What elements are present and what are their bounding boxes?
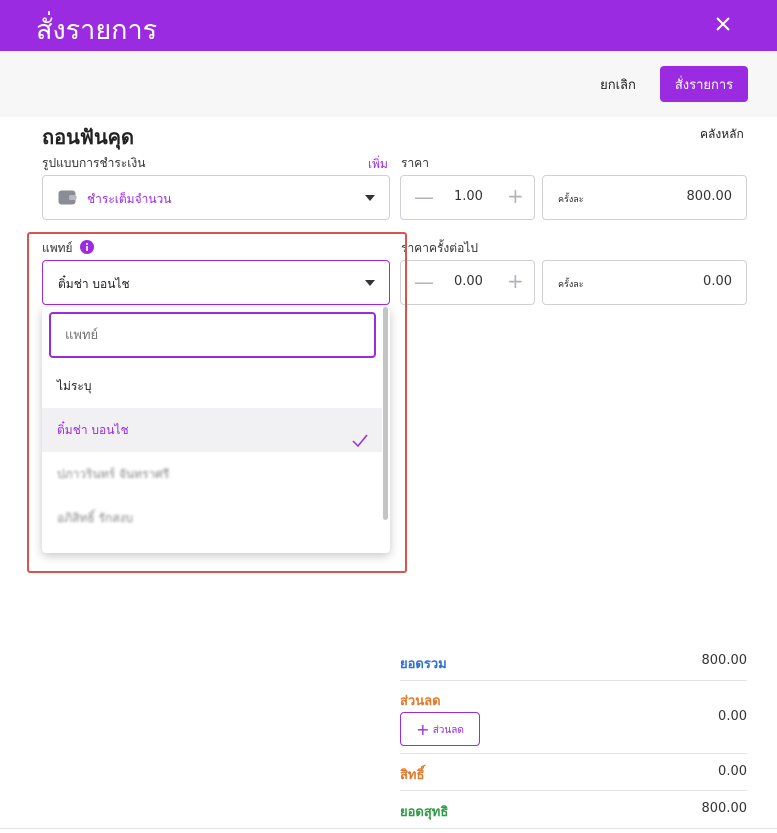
payment-value: ชำระเต็มจำนวน <box>87 192 172 206</box>
plus-icon[interactable]: + <box>507 271 524 291</box>
cancel-button[interactable]: ยกเลิก <box>588 67 648 101</box>
divider <box>400 680 747 681</box>
summary-net-row: ยอดสุทธิ 800.00 <box>400 801 747 821</box>
next-qty-stepper[interactable]: — 0.00 + <box>400 260 535 305</box>
summary-rights-row: สิทธิ์ 0.00 <box>400 764 747 784</box>
highlight-frame <box>27 232 407 573</box>
price-label: ราคา <box>401 156 429 170</box>
summary-total-row: ยอดรวม 800.00 <box>400 653 747 673</box>
next-price-label: ราคาครั้งต่อไป <box>401 241 478 255</box>
minus-icon[interactable]: — <box>414 272 434 292</box>
price-amount-value[interactable]: 800.00 <box>687 189 733 204</box>
minus-icon[interactable]: — <box>414 187 434 207</box>
payment-select[interactable]: ชำระเต็มจำนวน <box>42 175 390 220</box>
total-label: ยอดรวม <box>400 657 447 672</box>
divider <box>400 790 747 791</box>
item-name: ถอนฟันคุด <box>42 125 134 149</box>
bottom-divider <box>0 828 777 829</box>
price-qty-stepper[interactable]: — 1.00 + <box>400 175 535 220</box>
next-qty-value[interactable]: 0.00 <box>454 274 483 289</box>
rights-label: สิทธิ์ <box>400 768 425 783</box>
action-bar: ยกเลิก สั่งรายการ <box>0 51 777 117</box>
rights-value: 0.00 <box>718 764 747 779</box>
price-unit-label: ครั้งละ <box>558 195 584 205</box>
caret-down-icon <box>365 195 375 201</box>
add-payment-link[interactable]: เพิ่ม <box>368 155 388 174</box>
next-amount-value[interactable]: 0.00 <box>703 274 732 289</box>
payment-label: รูปแบบการชำระเงิน <box>42 156 146 170</box>
net-label: ยอดสุทธิ <box>400 805 449 820</box>
plus-icon[interactable]: + <box>507 186 524 206</box>
order-button[interactable]: สั่งรายการ <box>660 66 748 102</box>
add-discount-label: ส่วนลด <box>432 724 464 736</box>
total-value: 800.00 <box>701 653 748 668</box>
close-icon[interactable] <box>709 10 737 38</box>
add-discount-button[interactable]: + ส่วนลด <box>400 712 480 746</box>
modal-title: สั่งรายการ <box>36 15 158 46</box>
net-value: 800.00 <box>701 801 748 816</box>
price-amount-field[interactable]: ครั้งละ 800.00 <box>542 175 747 220</box>
price-qty-value[interactable]: 1.00 <box>454 189 483 204</box>
plus-icon: + <box>416 719 430 739</box>
discount-value: 0.00 <box>718 709 747 724</box>
discount-label: ส่วนลด <box>400 694 441 709</box>
warehouse-label: คลังหลัก <box>700 127 744 141</box>
modal-header: สั่งรายการ <box>0 0 777 51</box>
next-amount-field[interactable]: ครั้งละ 0.00 <box>542 260 747 305</box>
divider <box>400 753 747 754</box>
next-unit-label: ครั้งละ <box>558 280 584 290</box>
wallet-icon <box>58 189 77 210</box>
